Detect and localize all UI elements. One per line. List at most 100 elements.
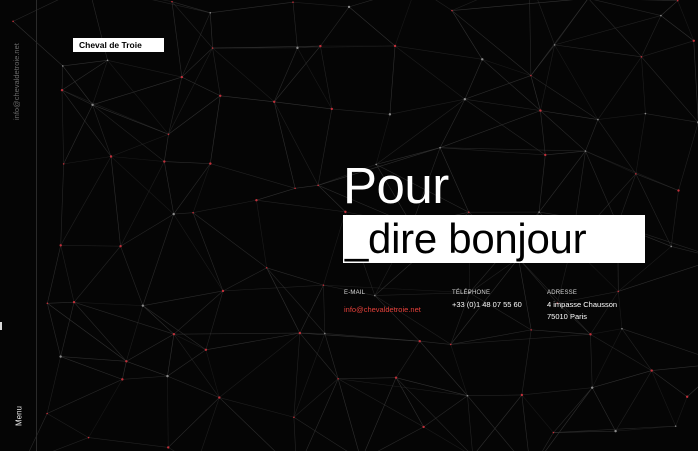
network-node: [255, 199, 258, 202]
network-line: [476, 394, 523, 451]
network-line: [168, 47, 213, 135]
network-line: [531, 329, 591, 335]
hero-title-line2: _dire bonjour: [343, 215, 645, 263]
network-line: [451, 10, 532, 76]
network-line: [540, 110, 546, 155]
network-line: [120, 161, 165, 247]
network-node: [650, 369, 653, 372]
network-line: [645, 113, 698, 123]
network-line: [173, 290, 224, 335]
network-node: [141, 304, 145, 307]
network-line: [219, 397, 294, 418]
network-node: [109, 155, 113, 158]
logo[interactable]: Cheval de Troie: [73, 38, 164, 52]
network-node: [172, 212, 175, 216]
network-line: [621, 328, 652, 371]
network-line: [73, 245, 121, 303]
network-line: [305, 378, 339, 451]
network-line: [338, 377, 397, 380]
network-line: [266, 267, 324, 286]
network-line: [46, 356, 61, 414]
sidebar-marker: [0, 322, 2, 330]
network-node: [292, 1, 294, 3]
network-node: [330, 107, 333, 111]
network-line: [395, 377, 424, 428]
network-line: [419, 341, 468, 396]
network-node: [520, 393, 524, 397]
network-line: [395, 377, 468, 397]
menu-button[interactable]: Menu: [12, 405, 26, 427]
network-line: [331, 108, 390, 115]
network-line: [423, 395, 468, 428]
network-node: [317, 184, 319, 187]
network-line: [122, 375, 168, 380]
network-line: [173, 332, 300, 335]
network-line: [88, 437, 169, 448]
network-line: [324, 333, 420, 342]
network-line: [469, 257, 519, 293]
network-line: [292, 2, 298, 48]
network-line: [686, 386, 698, 397]
network-node: [61, 65, 64, 67]
sidebar-email-link[interactable]: info@chevaldetroie.net: [12, 36, 26, 120]
network-line: [73, 301, 127, 362]
network-line: [220, 95, 275, 103]
network-line: [293, 333, 326, 418]
network-line: [678, 122, 698, 191]
network-line: [173, 212, 194, 215]
network-line: [348, 6, 396, 47]
network-node: [418, 340, 421, 343]
network-node: [553, 44, 556, 46]
network-line: [521, 387, 593, 396]
network-line: [142, 305, 175, 335]
network-node: [272, 100, 276, 103]
network-line: [651, 370, 676, 427]
network-line: [675, 396, 688, 427]
network-node: [644, 112, 647, 115]
network-line: [597, 113, 646, 120]
network-line: [164, 161, 211, 164]
network-node: [180, 75, 184, 79]
network-line: [590, 334, 593, 388]
network-node: [589, 333, 592, 336]
network-node: [293, 416, 295, 419]
contact-address: ADRESSE 4 impasse Chausson 75010 Paris: [547, 290, 617, 323]
network-line: [219, 397, 276, 451]
network-line: [222, 284, 324, 292]
network-line: [60, 356, 123, 380]
network-line: [164, 161, 174, 215]
network-line: [693, 40, 698, 123]
network-line: [60, 302, 75, 357]
network-line: [435, 0, 453, 11]
network-line: [142, 305, 207, 351]
network-node: [394, 376, 398, 379]
network-line: [92, 76, 182, 106]
network-node: [449, 343, 452, 346]
network-line: [107, 60, 182, 78]
network-line: [590, 334, 652, 371]
network-line: [205, 332, 300, 351]
network-line: [597, 56, 642, 120]
network-line: [521, 394, 554, 433]
network-line: [364, 377, 397, 451]
network-line: [348, 0, 374, 8]
network-line: [293, 333, 301, 418]
network-node: [324, 332, 326, 335]
network-node: [463, 98, 467, 101]
network-node: [621, 327, 623, 330]
network-node: [670, 245, 673, 248]
network-line: [219, 332, 301, 398]
contact-email-link[interactable]: info@chevaldetroie.net: [344, 305, 421, 314]
network-line: [171, 1, 183, 78]
network-line: [210, 1, 294, 14]
network-line: [192, 212, 267, 269]
network-node: [319, 44, 322, 48]
network-line: [120, 246, 144, 306]
network-line: [293, 378, 339, 418]
network-line: [591, 328, 623, 388]
network-node: [451, 9, 453, 12]
network-line: [167, 334, 175, 377]
network-node: [209, 11, 212, 14]
network-line: [554, 44, 642, 58]
network-node: [539, 109, 542, 112]
